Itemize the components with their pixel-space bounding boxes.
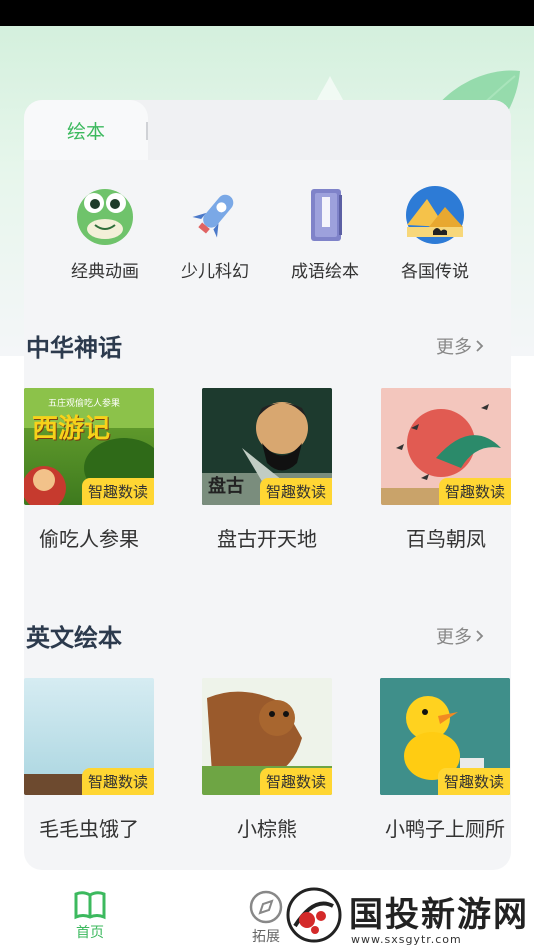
status-bar: [0, 0, 534, 26]
category-label: 经典动画: [71, 262, 139, 282]
more-link[interactable]: 更多: [436, 333, 484, 359]
rocket-icon: [192, 194, 234, 238]
tab-bar: 绘本: [24, 100, 511, 160]
watermark-logo-icon: [286, 887, 342, 943]
book-card[interactable]: 盘古 智趣数读 盘古开天地: [202, 388, 332, 552]
book-icon: [311, 189, 342, 241]
category-label: 少儿科幻: [181, 262, 249, 282]
tab-picture-books[interactable]: 绘本: [24, 100, 148, 160]
compass-icon: [249, 890, 283, 924]
section-title: 中华神话: [26, 334, 122, 362]
category-row: 经典动画 少儿科幻 成语绘本 各国传说: [24, 185, 511, 285]
tab-divider: [146, 122, 148, 140]
book-title: 百鸟朝凤: [406, 527, 486, 551]
watermark-url: www.sxsgytr.com: [351, 933, 462, 946]
book-cover: 智趣数读: [381, 388, 511, 505]
chevron-right-icon: [476, 630, 484, 642]
pyramid-icon: [406, 186, 464, 244]
book-title: 小棕熊: [237, 817, 297, 841]
category-idiom-books[interactable]: 成语绘本: [270, 185, 380, 282]
book-title: 盘古开天地: [217, 527, 317, 551]
category-label: 成语绘本: [291, 262, 359, 282]
nav-home[interactable]: 首页: [73, 890, 107, 942]
section-title: 英文绘本: [26, 624, 122, 652]
book-open-icon: [74, 891, 106, 920]
frog-icon: [77, 189, 133, 245]
more-link[interactable]: 更多: [436, 623, 484, 649]
badge: 智趣数读: [81, 478, 154, 505]
nav-explore[interactable]: 拓展: [249, 890, 283, 946]
book-cover: 智趣数读: [202, 678, 332, 795]
badge: 智趣数读: [81, 768, 154, 795]
book-card[interactable]: 智趣数读 毛毛虫饿了: [24, 678, 154, 842]
chevron-right-icon: [476, 340, 484, 352]
nav-label: 拓展: [252, 929, 280, 945]
book-card[interactable]: 智趣数读 百鸟朝凤: [381, 388, 511, 552]
cover-title: 盘古: [208, 476, 244, 497]
cover-title: 西游记: [32, 414, 111, 444]
book-cover: 智趣数读: [24, 678, 154, 795]
book-cover: 五庄观偷吃人参果 西游记 智趣数读: [24, 388, 154, 505]
more-label: 更多: [436, 627, 472, 648]
book-title: 小鸭子上厕所: [385, 817, 505, 841]
book-title: 毛毛虫饿了: [39, 817, 139, 841]
book-card[interactable]: 智趣数读 小鸭子上厕所: [380, 678, 510, 842]
more-label: 更多: [436, 337, 472, 358]
badge: 智趣数读: [438, 478, 511, 505]
category-kids-scifi[interactable]: 少儿科幻: [160, 185, 270, 282]
badge: 智趣数读: [437, 768, 510, 795]
category-label: 各国传说: [401, 262, 469, 282]
category-classic-animation[interactable]: 经典动画: [50, 185, 160, 282]
watermark-text: 国投新游网: [349, 895, 529, 935]
book-cover: 智趣数读: [380, 678, 510, 795]
nav-label: 首页: [76, 925, 104, 941]
book-title: 偷吃人参果: [39, 527, 139, 551]
category-world-legends[interactable]: 各国传说: [380, 185, 490, 282]
book-card[interactable]: 智趣数读 小棕熊: [202, 678, 332, 842]
badge: 智趣数读: [259, 478, 332, 505]
badge: 智趣数读: [259, 768, 332, 795]
book-card[interactable]: 五庄观偷吃人参果 西游记 智趣数读 偷吃人参果: [24, 388, 154, 552]
watermark: 国投新游网 www.sxsgytr.com: [285, 883, 534, 947]
book-cover: 盘古 智趣数读: [202, 388, 332, 505]
